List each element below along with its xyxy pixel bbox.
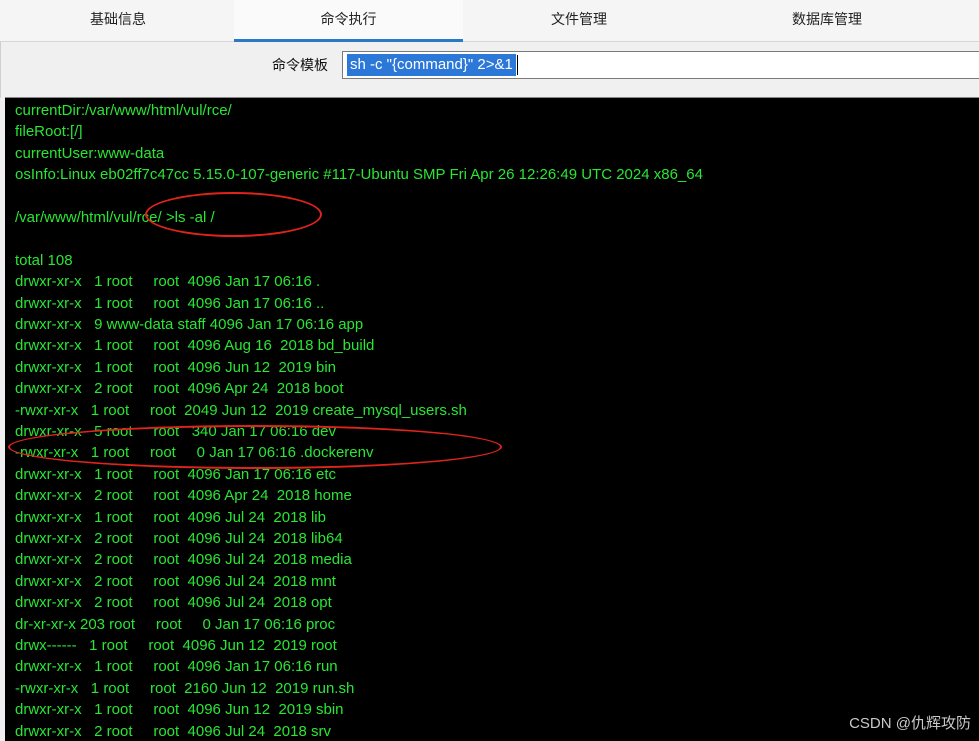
console-line: -rwxr-xr-x 1 root root 2160 Jun 12 2019 … xyxy=(15,679,355,697)
console-line: fileRoot:[/] xyxy=(15,123,83,141)
command-toolbar: 命令模板 sh -c "{command}" 2>&1 xyxy=(0,42,979,98)
console-line: currentDir:/var/www/html/vul/rce/ xyxy=(15,102,232,119)
console-line: drwxr-xr-x 2 root root 4096 Jul 24 2018 … xyxy=(15,572,336,590)
tab-command-exec[interactable]: 命令执行 xyxy=(234,0,463,42)
console-line: currentUser:www-data xyxy=(15,144,165,162)
console-line: /var/www/html/vul/rce/ >ls -al / xyxy=(15,209,215,226)
console-line: drwxr-xr-x 1 root root 4096 Jan 17 06:16… xyxy=(15,273,321,291)
text-caret xyxy=(516,54,518,75)
console-line: drwx------ 1 root root 4096 Jun 12 2019 … xyxy=(15,637,337,654)
console-line: drwxr-xr-x 1 root root 4096 Jun 12 2019 … xyxy=(15,358,336,376)
command-template-input[interactable]: sh -c "{command}" 2>&1 xyxy=(342,51,979,79)
console-line: drwxr-xr-x 2 root root 4096 Jul 24 2018 … xyxy=(15,551,352,569)
console-line: drwxr-xr-x 2 root root 4096 Jul 24 2018 … xyxy=(15,722,331,740)
tab-database-manager[interactable]: 数据库管理 xyxy=(695,0,959,42)
console-line: drwxr-xr-x 1 root root 4096 Jan 17 06:16… xyxy=(15,465,336,483)
console-line: drwxr-xr-x 2 root root 4096 Jul 24 2018 … xyxy=(15,530,343,547)
command-template-label: 命令模板 xyxy=(272,58,328,74)
console-line: dr-xr-xr-x 203 root root 0 Jan 17 06:16 … xyxy=(15,615,336,633)
console-line: drwxr-xr-x 1 root root 4096 Jan 17 06:16… xyxy=(15,658,338,676)
console-line: drwxr-xr-x 1 root root 4096 Jan 17 06:16… xyxy=(15,294,325,312)
console-line: drwxr-xr-x 2 root root 4096 Jul 24 2018 … xyxy=(15,594,332,612)
tab-file-manager[interactable]: 文件管理 xyxy=(465,0,693,42)
tab-bar: 基础信息 命令执行 文件管理 数据库管理 xyxy=(0,0,979,42)
watermark: CSDN @仇辉攻防 xyxy=(849,715,971,732)
console-line: drwxr-xr-x 2 root root 4096 Apr 24 2018 … xyxy=(15,487,352,505)
console-line: drwxr-xr-x 1 root root 4096 Jun 12 2019 … xyxy=(15,701,344,719)
console-line: total 108 xyxy=(15,251,73,269)
console-line: drwxr-xr-x 9 www-data staff 4096 Jan 17 … xyxy=(15,316,364,333)
command-template-value: sh -c "{command}" 2>&1 xyxy=(347,54,516,76)
console-line: -rwxr-xr-x 1 root root 2049 Jun 12 2019 … xyxy=(15,401,467,419)
console-line: drwxr-xr-x 2 root root 4096 Apr 24 2018 … xyxy=(15,380,344,398)
console-line: -rwxr-xr-x 1 root root 0 Jan 17 06:16 .d… xyxy=(15,444,374,462)
console-line: osInfo:Linux eb02ff7c47cc 5.15.0-107-gen… xyxy=(15,166,703,184)
console-line: drwxr-xr-x 1 root root 4096 Jul 24 2018 … xyxy=(15,508,326,526)
command-output-console[interactable]: currentDir:/var/www/html/vul/rce/fileRoo… xyxy=(5,97,979,741)
console-line: drwxr-xr-x 5 root root 340 Jan 17 06:16 … xyxy=(15,423,336,440)
console-line: drwxr-xr-x 1 root root 4096 Aug 16 2018 … xyxy=(15,337,375,355)
tab-basic-info[interactable]: 基础信息 xyxy=(4,0,232,42)
